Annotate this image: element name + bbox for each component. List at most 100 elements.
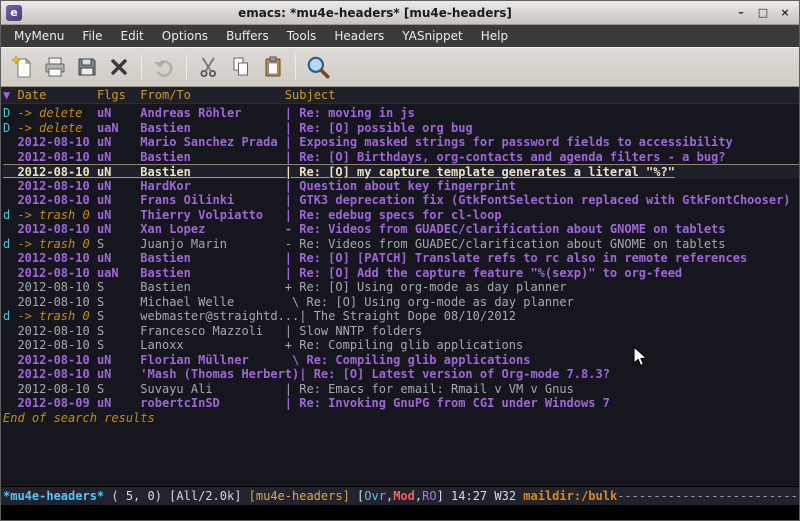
row-flags: S	[97, 382, 140, 396]
column-header-subject[interactable]: Subject	[285, 88, 336, 102]
window-title: emacs: *mu4e-headers* [mu4e-headers]	[22, 6, 728, 20]
row-subject: GTK3 deprecation fix (GtkFontSelection r…	[299, 193, 790, 207]
row-from: webmaster@straightd...	[140, 309, 299, 323]
column-header-from[interactable]: From/To	[140, 88, 285, 102]
menu-item-options[interactable]: Options	[153, 26, 217, 46]
message-row[interactable]: d -> trash 0 S Juanjo Marin - Re: Videos…	[3, 237, 799, 252]
save-button[interactable]	[71, 51, 103, 83]
row-from: Xan Lopez	[140, 222, 285, 236]
cut-button[interactable]	[193, 51, 225, 83]
row-from: Bastien	[140, 150, 285, 164]
row-thread-indicator: |	[285, 106, 299, 120]
mode-line-segment: RO	[422, 489, 436, 503]
minimize-button[interactable]: –	[732, 5, 750, 21]
maximize-button[interactable]: □	[754, 5, 772, 21]
row-flags: uN	[97, 179, 140, 193]
message-row[interactable]: 2012-08-10 S Suvayu Ali | Re: Emacs for …	[3, 382, 799, 397]
row-flags: uN	[97, 222, 140, 236]
message-row[interactable]: 2012-08-10 uN Bastien | Re: [O] my captu…	[3, 164, 799, 179]
menu-item-help[interactable]: Help	[472, 26, 517, 46]
row-date: 2012-08-10	[17, 193, 96, 207]
row-thread-indicator: |	[285, 208, 299, 222]
row-thread-indicator: |	[285, 165, 299, 179]
menu-item-yasnippet[interactable]: YASnippet	[393, 26, 472, 46]
row-flags: uN	[97, 193, 140, 207]
menu-item-file[interactable]: File	[73, 26, 111, 46]
row-from: Thierry Volpiatto	[140, 208, 285, 222]
row-date: 2012-08-10	[17, 222, 96, 236]
message-row[interactable]: D -> delete uN Andreas Röhler | Re: movi…	[3, 106, 799, 121]
print-button[interactable]	[39, 51, 71, 83]
toolbar-separator	[141, 54, 142, 80]
row-flags: uN	[97, 208, 140, 222]
row-thread-indicator: |	[285, 382, 299, 396]
row-date: 2012-08-10	[17, 295, 96, 309]
close-button[interactable]: ×	[776, 5, 794, 21]
row-mark	[3, 338, 17, 352]
row-thread-indicator: |	[299, 367, 313, 381]
undo-button[interactable]	[148, 51, 180, 83]
close-buffer-button[interactable]	[103, 51, 135, 83]
row-subject: Re: Videos from GUADEC/clarification abo…	[299, 237, 725, 251]
message-row[interactable]: d -> trash 0 S webmaster@straightd...| T…	[3, 309, 799, 324]
column-header-date[interactable]: Date	[17, 88, 96, 102]
message-row[interactable]: 2012-08-10 uN Xan Lopez - Re: Videos fro…	[3, 222, 799, 237]
row-date: -> trash 0	[17, 208, 96, 222]
message-row[interactable]: 2012-08-10 S Bastien + Re: [O] Using org…	[3, 280, 799, 295]
column-header-flags[interactable]: Flgs	[97, 88, 140, 102]
row-mark	[3, 324, 17, 338]
row-thread-indicator: |	[285, 193, 299, 207]
message-row[interactable]: 2012-08-10 uN 'Mash (Thomas Herbert)| Re…	[3, 367, 799, 382]
mode-line-segment: Ovr	[364, 489, 386, 503]
row-mark	[3, 165, 17, 179]
menu-item-tools[interactable]: Tools	[278, 26, 326, 46]
copy-button[interactable]	[225, 51, 257, 83]
message-row[interactable]: 2012-08-10 uN HardKor | Question about k…	[3, 179, 799, 194]
message-row[interactable]: 2012-08-10 uN Bastien | Re: [O] Birthday…	[3, 150, 799, 165]
row-mark	[3, 295, 17, 309]
echo-area[interactable]	[1, 505, 799, 520]
message-row[interactable]: 2012-08-10 uaN Bastien | Re: [O] Add the…	[3, 266, 799, 281]
close-buffer-icon	[107, 55, 131, 79]
row-mark	[3, 280, 17, 294]
toolbar	[1, 47, 799, 87]
message-row[interactable]: 2012-08-09 uN robertcInSD | Re: Invoking…	[3, 396, 799, 411]
message-row[interactable]: d -> trash 0 uN Thierry Volpiatto | Re: …	[3, 208, 799, 223]
message-row[interactable]: 2012-08-10 S Lanoxx + Re: Compiling glib…	[3, 338, 799, 353]
row-flags: S	[97, 324, 140, 338]
message-row[interactable]: D -> delete uaN Bastien | Re: [O] possib…	[3, 121, 799, 136]
paste-button[interactable]	[257, 51, 289, 83]
header-line: ▼ Date Flgs From/To Subject	[1, 87, 799, 104]
menu-item-edit[interactable]: Edit	[112, 26, 153, 46]
row-subject: Re: [O] Using org-mode as day planner	[299, 280, 566, 294]
row-flags: S	[97, 280, 140, 294]
row-subject: Re: [O] Add the capture feature "%(sexp)…	[299, 266, 682, 280]
row-flags: uN	[97, 367, 140, 381]
row-from: Suvayu Ali	[140, 382, 285, 396]
row-thread-indicator: |	[285, 179, 299, 193]
mode-line-segment: Mod	[393, 489, 415, 503]
menu-item-buffers[interactable]: Buffers	[217, 26, 278, 46]
message-row[interactable]: 2012-08-10 uN Florian Müllner \ Re: Comp…	[3, 353, 799, 368]
row-flags: uN	[97, 135, 140, 149]
row-date: 2012-08-10	[17, 280, 96, 294]
mode-line-segment: *mu4e-headers*	[3, 489, 104, 503]
message-row[interactable]: 2012-08-10 S Michael Welle \ Re: [O] Usi…	[3, 295, 799, 310]
message-row[interactable]: 2012-08-10 S Francesco Mazzoli | Slow NN…	[3, 324, 799, 339]
mode-line: *mu4e-headers* ( 5, 0) [All/2.0k] [mu4e-…	[1, 486, 799, 505]
new-file-button[interactable]	[7, 51, 39, 83]
message-row[interactable]: 2012-08-10 uN Frans Oilinki | GTK3 depre…	[3, 193, 799, 208]
row-thread-indicator: -	[285, 222, 299, 236]
search-button[interactable]	[302, 51, 334, 83]
row-mark: d	[3, 309, 17, 323]
message-row[interactable]: 2012-08-10 uN Mario Sanchez Prada | Expo…	[3, 135, 799, 150]
menu-item-mymenu[interactable]: MyMenu	[5, 26, 73, 46]
row-date: 2012-08-10	[17, 338, 96, 352]
row-flags: S	[97, 309, 140, 323]
row-from: Bastien	[140, 280, 285, 294]
row-flags: uN	[97, 150, 140, 164]
message-row[interactable]: 2012-08-10 uN Bastien | Re: [O] [PATCH] …	[3, 251, 799, 266]
row-flags: S	[97, 295, 140, 309]
print-icon	[43, 55, 67, 79]
menu-item-headers[interactable]: Headers	[325, 26, 393, 46]
